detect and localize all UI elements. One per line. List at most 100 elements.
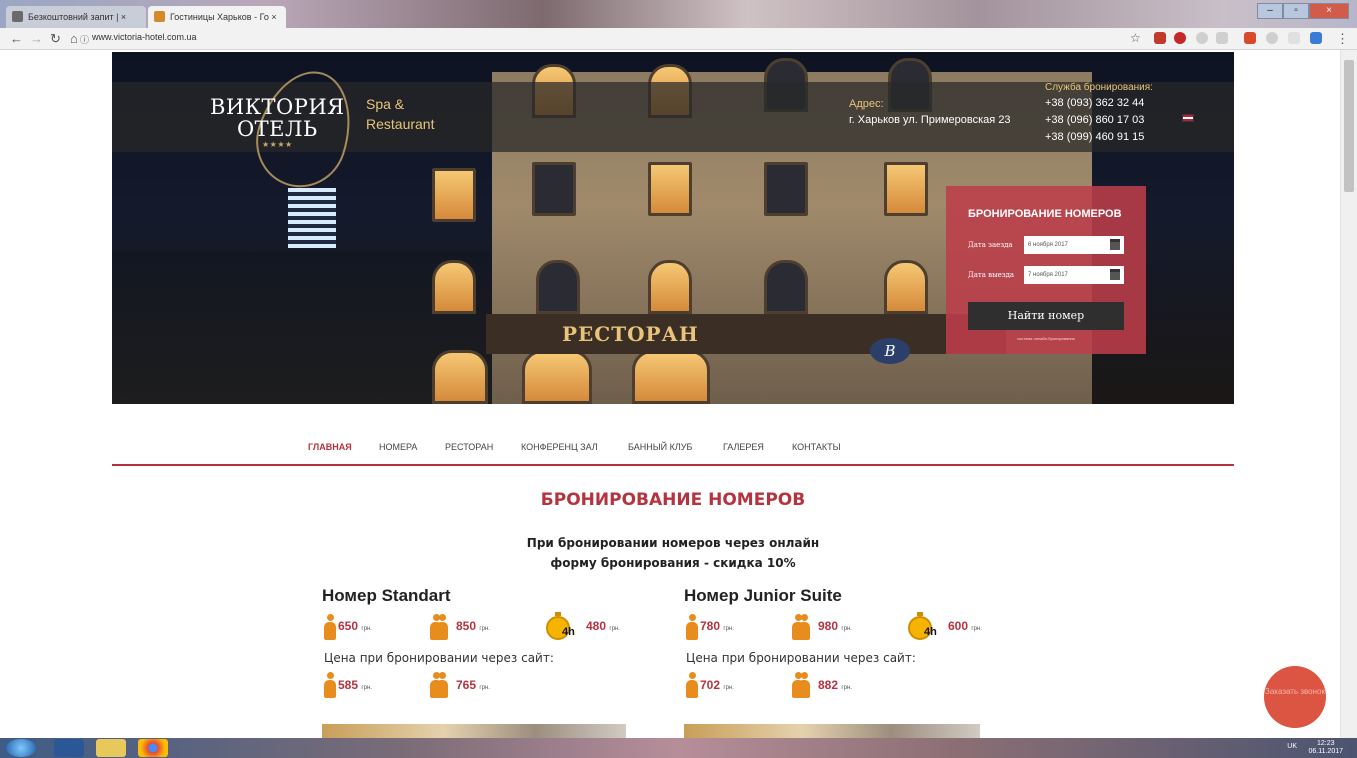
room-card-junior-suite: Номер Junior Suite 780 грн. 980 грн. 4h … <box>684 586 1024 706</box>
promo-line-2: форму бронирования - скидка 10% <box>550 556 796 570</box>
phone-1[interactable]: +38 (093) 362 32 44 <box>1045 97 1144 109</box>
page-scrollbar[interactable] <box>1340 50 1357 738</box>
browser-tab-bar: Безкоштовний запит | × Гостиницы Харьков… <box>0 0 1357 28</box>
bookmark-star-icon[interactable]: ☆ <box>1130 31 1141 45</box>
language-indicator[interactable]: UK <box>1287 743 1297 750</box>
nav-contacts[interactable]: КОНТАКТЫ <box>792 442 841 452</box>
window <box>432 168 476 222</box>
browser-tab-2[interactable]: Гостиницы Харьков - Го × <box>148 6 286 28</box>
explorer-taskbar-icon[interactable] <box>96 739 126 757</box>
checkin-field[interactable]: 6 ноября 2017 <box>1024 236 1124 254</box>
calendar-icon[interactable] <box>1110 269 1120 280</box>
close-window-button[interactable]: × <box>1309 3 1349 19</box>
info-icon[interactable]: ⓘ <box>80 33 89 46</box>
site-price-label: Цена при бронировании через сайт: <box>686 651 916 665</box>
second-person-icon <box>436 614 448 640</box>
maximize-button[interactable]: ▫ <box>1283 3 1309 19</box>
extension-icon[interactable] <box>1266 32 1278 44</box>
checkin-label: Дата заезда <box>968 241 1013 249</box>
nav-restaurant[interactable]: РЕСТОРАН <box>445 442 493 452</box>
hero-banner: РЕСТОРАН B ВИКТОРИЯ ОТЕЛЬ ★★★★ Spa & Res… <box>112 52 1234 404</box>
room-photo-standart[interactable] <box>322 724 626 738</box>
menu-icon[interactable]: ⋮ <box>1336 31 1349 47</box>
nav-conference-hall[interactable]: КОНФЕРЕНЦ ЗАЛ <box>521 442 598 452</box>
site-price-single: 585 грн. <box>338 678 372 692</box>
second-person-icon <box>436 672 448 698</box>
booking-form: БРОНИРОВАНИЕ НОМЕРОВ Дата заезда 6 ноябр… <box>946 186 1146 354</box>
site-price-label: Цена при бронировании через сайт: <box>324 651 554 665</box>
site-price-double: 882 грн. <box>818 678 852 692</box>
window <box>632 350 710 404</box>
extension-icon[interactable] <box>1310 32 1322 44</box>
minimize-button[interactable]: – <box>1257 3 1283 19</box>
reload-icon[interactable]: ↻ <box>50 31 61 47</box>
price-double: 850 грн. <box>456 619 490 633</box>
address-label: Адрес: <box>849 98 884 110</box>
find-room-button[interactable]: Найти номер <box>968 302 1124 330</box>
callback-button[interactable]: Заказать звонок <box>1264 666 1326 728</box>
forward-icon[interactable]: → <box>30 31 43 46</box>
nav-rooms[interactable]: НОМЕРА <box>379 442 417 452</box>
system-clock[interactable]: 12:23 06.11.2017 <box>1308 740 1343 756</box>
extension-icon[interactable] <box>1288 32 1300 44</box>
price-single: 650 грн. <box>338 619 372 633</box>
address-bar: ← → ↻ ⌂ ⓘ www.victoria-hotel.com.ua ☆ ⋮ <box>0 28 1357 50</box>
office-building <box>288 188 336 248</box>
window <box>522 350 592 404</box>
word-taskbar-icon[interactable] <box>54 739 84 757</box>
nav-gallery[interactable]: ГАЛЕРЕЯ <box>723 442 764 452</box>
spa-restaurant-label: Spa & Restaurant <box>366 94 434 134</box>
browser-tab-1[interactable]: Безкоштовний запит | × <box>6 6 146 28</box>
os-taskbar: UK 12:23 06.11.2017 <box>0 738 1357 758</box>
tab-label: Гостиницы Харьков - Го × <box>170 12 277 22</box>
logo-stars: ★★★★ <box>261 140 293 149</box>
stopwatch-icon: 4h <box>546 612 575 640</box>
window <box>648 260 692 314</box>
single-person-icon <box>324 672 336 698</box>
window <box>764 260 808 314</box>
room-name: Номер Standart <box>322 586 451 605</box>
back-icon[interactable]: ← <box>10 31 23 46</box>
window <box>432 260 476 314</box>
clock-date: 06.11.2017 <box>1308 748 1343 755</box>
booking-note: система онлайн-бронирования <box>1017 336 1075 341</box>
room-card-standart: Номер Standart 650 грн. 850 грн. 4h 480 … <box>322 586 662 706</box>
hotel-logo[interactable]: ВИКТОРИЯ ОТЕЛЬ ★★★★ <box>210 96 345 150</box>
room-photo-junior-suite[interactable] <box>684 724 980 738</box>
checkin-value: 6 ноября 2017 <box>1028 242 1068 248</box>
checkout-field[interactable]: 7 ноября 2017 <box>1024 266 1124 284</box>
tab-label: Безкоштовний запит | × <box>28 12 127 22</box>
window <box>536 260 580 314</box>
hotel-favicon-icon <box>154 11 165 22</box>
window <box>648 162 692 216</box>
clock-time: 12:23 <box>1316 740 1335 747</box>
chrome-taskbar-icon[interactable] <box>138 739 168 757</box>
promo-text: При бронировании номеров через онлайн фо… <box>112 533 1234 573</box>
extension-icon[interactable] <box>1196 32 1208 44</box>
home-icon[interactable]: ⌂ <box>70 31 78 46</box>
extension-icon[interactable] <box>1174 32 1186 44</box>
second-person-icon <box>798 614 810 640</box>
single-person-icon <box>324 614 336 640</box>
extension-icon[interactable] <box>1216 32 1228 44</box>
room-name: Номер Junior Suite <box>684 586 842 605</box>
nav-bath-club[interactable]: БАННЫЙ КЛУБ <box>628 442 692 452</box>
phone-2[interactable]: +38 (096) 860 17 03 <box>1045 114 1144 126</box>
booking-service-label: Служба бронирования: <box>1045 82 1153 93</box>
window <box>764 162 808 216</box>
language-flag-icon[interactable] <box>1182 114 1194 122</box>
promo-line-1: При бронировании номеров через онлайн <box>526 536 820 550</box>
start-button[interactable] <box>6 739 36 757</box>
price-double: 980 грн. <box>818 619 852 633</box>
scrollbar-thumb[interactable] <box>1344 60 1354 192</box>
phone-3[interactable]: +38 (099) 460 91 15 <box>1045 131 1144 143</box>
calendar-icon[interactable] <box>1110 239 1120 250</box>
nav-home[interactable]: ГЛАВНАЯ <box>308 442 352 452</box>
restaurant-sign: РЕСТОРАН <box>486 314 1006 354</box>
extension-icon[interactable] <box>1154 32 1166 44</box>
window <box>884 162 928 216</box>
logo-line-1: ВИКТОРИЯ <box>210 95 345 119</box>
window <box>532 162 576 216</box>
url-field[interactable]: www.victoria-hotel.com.ua <box>92 32 197 42</box>
extension-icon[interactable] <box>1244 32 1256 44</box>
